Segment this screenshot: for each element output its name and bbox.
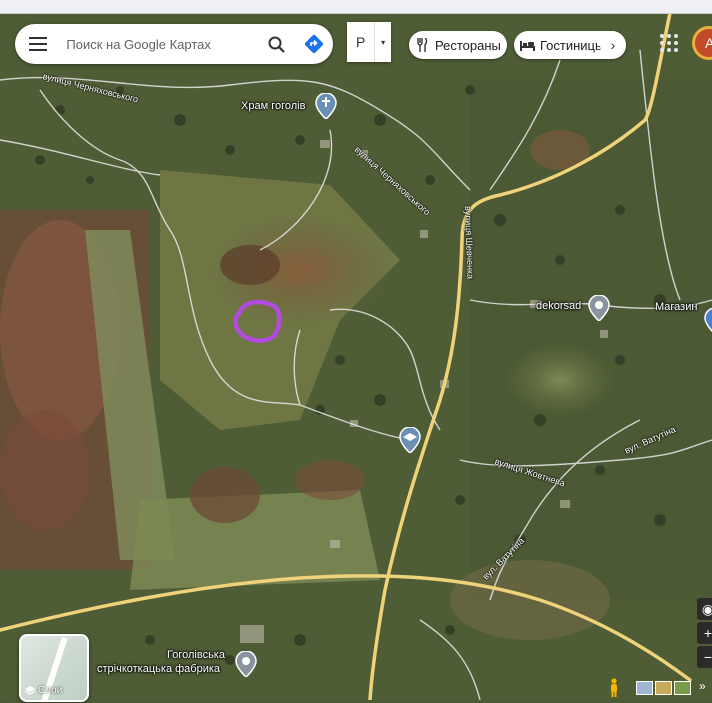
input-tools-selector[interactable]: Р ▾: [347, 22, 391, 62]
search-icon: [268, 36, 285, 53]
factory-label-line2: стрічкоткацька фабрика: [97, 663, 221, 675]
fork-knife-icon: [409, 38, 435, 52]
chip-restaurants[interactable]: Рестораны: [409, 31, 507, 59]
expand-chevron-icon[interactable]: »: [699, 679, 706, 693]
pegman-icon[interactable]: [608, 678, 620, 703]
shop-pin-icon[interactable]: [704, 307, 712, 339]
imagery-thumbnails: [636, 681, 691, 695]
satellite-imagery: [0, 13, 712, 700]
menu-button[interactable]: [15, 24, 60, 64]
thumbnail-2[interactable]: [655, 681, 672, 695]
input-language-label: Р: [347, 22, 376, 62]
school-pin-icon[interactable]: [399, 426, 421, 458]
chip-hotels-label: Гостиниць: [540, 37, 602, 53]
browser-bookmarks-strip: [0, 0, 712, 14]
search-button[interactable]: [258, 24, 296, 64]
dekorsad-label: dekorsad: [536, 300, 582, 312]
factory-pin-icon[interactable]: [235, 650, 257, 682]
bed-icon: [514, 39, 540, 51]
layers-label: Слои: [38, 685, 63, 696]
thumbnail-3[interactable]: [674, 681, 691, 695]
church-label: Храм гоголів: [241, 100, 306, 112]
directions-button[interactable]: [295, 24, 333, 64]
chevron-down-icon: ▾: [381, 37, 386, 47]
layers-caption: Слои: [25, 685, 62, 696]
directions-icon: [305, 34, 324, 54]
thumbnail-1[interactable]: [636, 681, 653, 695]
shop-label: Магазин: [655, 301, 698, 313]
satellite-map[interactable]: Храм гоголів dekorsad Магазин Гоголівськ…: [0, 13, 712, 700]
street-view-eye-icon[interactable]: ◉: [697, 598, 712, 620]
zoom-out-button[interactable]: −: [697, 646, 712, 668]
dekorsad-pin-icon[interactable]: [588, 294, 610, 326]
hamburger-icon: [28, 37, 47, 51]
zoom-in-button[interactable]: +: [697, 622, 712, 644]
search-input[interactable]: [60, 26, 258, 62]
layers-icon: [25, 685, 35, 695]
layers-button[interactable]: Слои: [19, 634, 89, 702]
chip-restaurants-label: Рестораны: [435, 37, 501, 53]
search-box: [15, 24, 333, 64]
map-controls: ◉ + −: [697, 598, 712, 670]
church-pin-icon[interactable]: [315, 92, 337, 124]
chevron-right-icon[interactable]: ›: [600, 31, 626, 59]
bottom-toolbar: »: [600, 676, 712, 700]
chip-hotels[interactable]: Гостиниць ›: [514, 31, 626, 59]
factory-label-line1: Гоголівська: [167, 649, 225, 661]
google-apps-icon[interactable]: [659, 33, 679, 53]
